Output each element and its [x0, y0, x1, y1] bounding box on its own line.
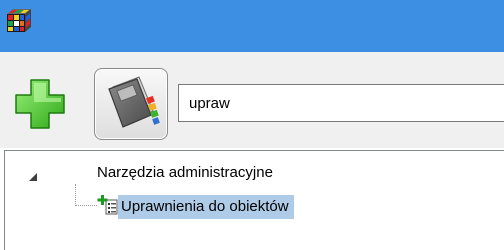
tree-connector-line	[75, 205, 97, 206]
address-book-icon	[108, 76, 160, 128]
tree-node-object-permissions[interactable]: Uprawnienia do obiektów	[118, 195, 294, 219]
app-cube-icon[interactable]	[6, 8, 32, 34]
tree-connector-line	[75, 184, 76, 204]
search-input[interactable]	[178, 84, 504, 122]
tree-node-label: Uprawnienia do obiektów	[121, 198, 289, 215]
add-button[interactable]	[14, 78, 66, 130]
tree-node-admin-tools[interactable]: Narzędzia administracyjne	[97, 163, 273, 183]
collapse-triangle-icon[interactable]	[28, 172, 38, 182]
add-permission-list-icon	[97, 195, 118, 215]
address-book-button[interactable]	[94, 68, 168, 140]
window-titlebar	[0, 0, 504, 52]
